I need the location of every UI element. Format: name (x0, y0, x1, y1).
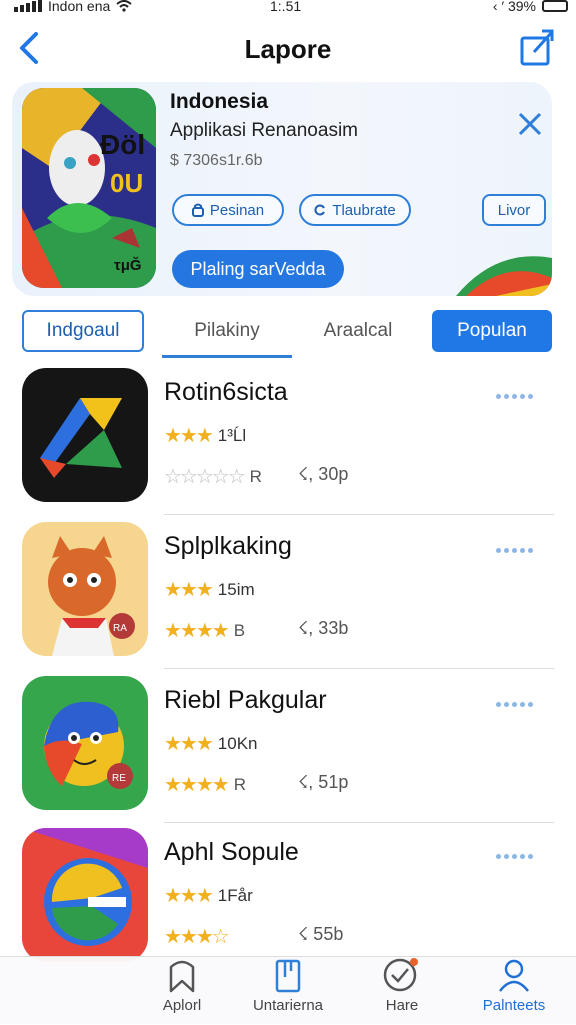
featured-app-name: Indonesia (170, 90, 269, 113)
app-name: Riebl Pakgular (164, 686, 327, 714)
battery-icon (542, 0, 568, 12)
phone-icon (275, 959, 301, 993)
row-divider (164, 514, 554, 515)
app-size: ☇, 51p (298, 772, 349, 792)
tabbar-item-untarierna[interactable]: Untarierna (228, 957, 348, 1025)
tab-indgoaul[interactable]: Indgoaul (22, 310, 144, 352)
status-time: 1:.51 (270, 0, 302, 14)
featured-cta-label: Plaling sarVedda (190, 258, 326, 279)
app-rating: ★★★ 1³Ĺl (164, 423, 246, 448)
rating2: B (233, 620, 246, 640)
tabbar-item-palnteets[interactable]: Palnteets (454, 957, 574, 1025)
app-row[interactable]: RA Splplkaking ★★★ 15im ★★★★ B ☇, 33b (0, 522, 576, 674)
rating-count: 15im (217, 579, 255, 599)
tabbar-label: Palnteets (482, 997, 546, 1014)
status-left: Indon ena (14, 0, 132, 14)
status-bar: Indon ena 1:.51 ‹ ′ 39% (0, 0, 576, 16)
app-rating-2: ★★★★ R (164, 772, 246, 797)
rating-count: 10Kn (217, 733, 258, 753)
app-size: ☇, 33b (298, 618, 349, 638)
rating2: R (233, 774, 246, 794)
chip-tlaubrate[interactable]: Tlaubrate (299, 194, 411, 226)
status-battery-text: ‹ ′ 39% (492, 0, 536, 14)
app-row[interactable]: RE Riebl Pakgular ★★★ 10Kn ★★★★ R ☇, 51p (0, 676, 576, 828)
app-rating: ★★★ 1Får (164, 883, 253, 908)
more-icon[interactable] (496, 702, 533, 707)
star-rating: ★★★★ (164, 620, 230, 642)
wifi-icon (116, 0, 132, 12)
app-icon[interactable] (22, 828, 148, 962)
chip-livor-label: Livor (497, 201, 531, 219)
app-badge-text: RE (112, 773, 126, 784)
star-rating: ★★★ (164, 579, 214, 601)
lock-icon (191, 203, 204, 217)
refresh-icon (314, 204, 326, 216)
rating2: R (249, 466, 262, 486)
app-row[interactable]: Rotin6sicta ★★★ 1³Ĺl ☆☆☆☆☆ R ☇, 30p (0, 368, 576, 520)
tabbar-label: Untarierna (252, 997, 324, 1014)
app-size: ☇ 55b (298, 924, 344, 944)
tabbar-label: Hare (385, 997, 419, 1014)
nav-bar: Lapore (0, 22, 576, 76)
row-divider (164, 668, 554, 669)
chip-livor[interactable]: Livor (482, 194, 546, 226)
chip-pesinan[interactable]: Pesinan (172, 194, 284, 226)
app-rating-2: ☆☆☆☆☆ R (164, 464, 262, 489)
app-name: Rotin6sicta (164, 378, 288, 406)
bookmark-icon (169, 960, 195, 993)
check-circle-icon (383, 958, 418, 992)
more-icon[interactable] (496, 548, 533, 553)
tab-populan[interactable]: Populan (432, 310, 552, 352)
more-icon[interactable] (496, 854, 533, 859)
bottom-tab-bar: Aplorl Untarierna Hare Palnteets (0, 956, 576, 1024)
star-rating: ★★★ (164, 425, 214, 447)
decorative-stripe (456, 248, 552, 296)
star-rating: ★★★☆ (164, 926, 230, 948)
star-rating: ★★★★ (164, 774, 230, 796)
featured-card[interactable]: Đöl 0U τμĞ Indonesia Applikasi Renanoasi… (12, 82, 552, 296)
app-icon[interactable]: RE (22, 676, 148, 810)
chip-tlaubrate-label: Tlaubrate (332, 201, 396, 219)
app-icon[interactable]: RA (22, 522, 148, 656)
carrier-label: Indon ena (48, 0, 111, 14)
app-rating: ★★★ 15im (164, 577, 255, 602)
featured-app-icon[interactable]: Đöl 0U τμĞ (22, 88, 156, 288)
featured-icon-text-mid: 0U (110, 168, 143, 198)
app-icon[interactable] (22, 368, 148, 502)
app-rating-2: ★★★☆ (164, 924, 234, 949)
app-rating: ★★★ 10Kn (164, 731, 258, 756)
signal-icon (14, 0, 42, 12)
app-name: Splplkaking (164, 532, 292, 560)
app-name: Aphl Sopule (164, 838, 299, 866)
tab-pilakiny[interactable]: Pilakiny (162, 310, 292, 358)
row-divider (164, 822, 554, 823)
page-title: Lapore (244, 34, 332, 64)
featured-app-subtitle: Applikasi Renanoasim (170, 120, 358, 141)
more-icon[interactable] (496, 394, 533, 399)
tabbar-label: Aplorl (162, 997, 202, 1014)
featured-icon-text-top: Đöl (100, 129, 145, 160)
person-icon (499, 959, 529, 992)
app-rating-2: ★★★★ B (164, 618, 245, 643)
star-rating: ★★★ (164, 733, 214, 755)
share-icon[interactable] (518, 26, 558, 68)
featured-cta-button[interactable]: Plaling sarVedda (172, 250, 344, 288)
featured-app-meta: $ 7306s1r.6b (170, 152, 263, 169)
star-rating: ★★★ (164, 885, 214, 907)
app-size: ☇, 30p (298, 464, 349, 484)
featured-icon-text-bottom: τμĞ (114, 256, 142, 274)
close-icon[interactable] (514, 108, 546, 140)
rating-count: 1Får (217, 885, 253, 905)
rating-count: 1³Ĺl (217, 425, 247, 445)
category-tabs: Indgoaul Pilakiny Araalcal Populan (0, 310, 576, 358)
tabbar-item-aplorl[interactable]: Aplorl (122, 957, 242, 1025)
app-badge-text: RA (113, 623, 127, 634)
star-rating-empty: ☆☆☆☆☆ (164, 466, 246, 488)
tab-araalcal[interactable]: Araalcal (310, 310, 406, 352)
chip-pesinan-label: Pesinan (209, 201, 265, 219)
tabbar-item-hare[interactable]: Hare (342, 957, 462, 1025)
